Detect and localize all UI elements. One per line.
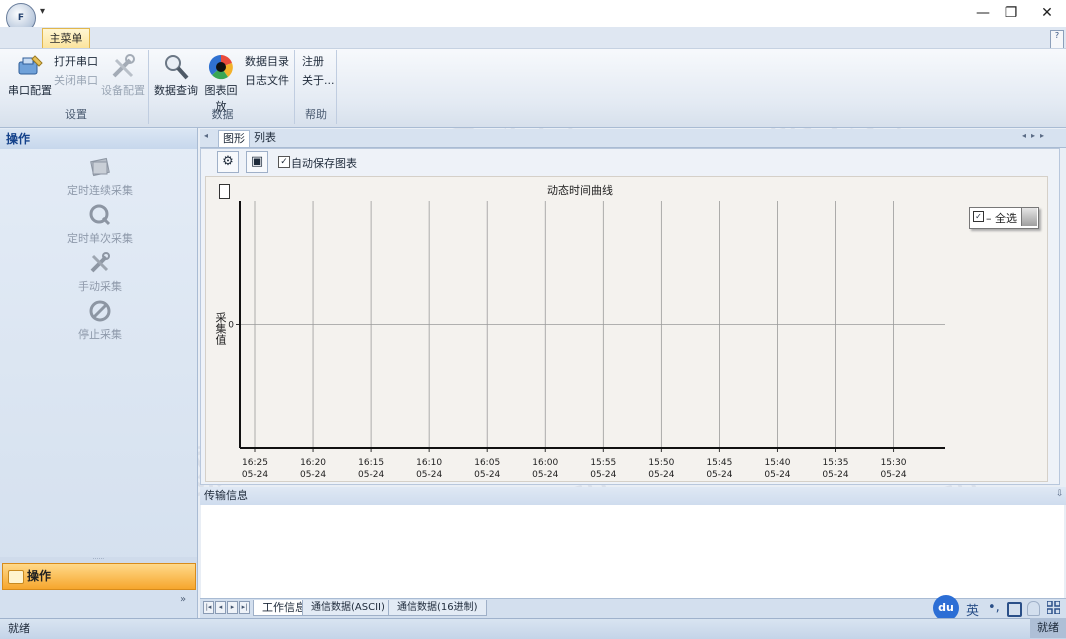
x-tick-label-time: 16:10 [416, 458, 442, 468]
legend-toggle-button[interactable] [1021, 208, 1037, 226]
data-query-label: 数据查询 [154, 84, 198, 97]
x-tick-label-date: 05-24 [590, 470, 616, 480]
transfer-info-log[interactable] [201, 505, 1064, 598]
content-tab-strip [200, 129, 1066, 148]
folder-icon [8, 570, 24, 584]
x-tick-label-time: 15:50 [648, 458, 674, 468]
action-label: 停止采集 [78, 328, 122, 341]
x-tick-label-date: 05-24 [822, 470, 848, 480]
transfer-info-header: 传输信息 [200, 487, 1066, 505]
group-label: 设置 [65, 108, 87, 121]
log-file-button[interactable]: 日志文件 [245, 72, 289, 88]
device-config-button[interactable]: 设备配置 [100, 52, 146, 98]
x-tick-label-time: 16:20 [300, 458, 326, 468]
left-panel-footer [0, 590, 197, 618]
maximize-button[interactable]: ❐ [994, 0, 1028, 27]
nav-first-button[interactable]: |◂ [203, 601, 214, 614]
serial-port-icon [18, 55, 43, 75]
save-disk-button[interactable]: ▣ [246, 151, 268, 173]
data-query-button[interactable]: 数据查询 [154, 52, 198, 98]
close-button[interactable]: ✕ [1030, 0, 1064, 27]
auto-save-label: 自动保存图表 [291, 157, 357, 170]
x-tick-label-date: 05-24 [648, 470, 674, 480]
chart-replay-button[interactable]: 图表回放 [200, 52, 242, 114]
x-tick-label-date: 05-24 [706, 470, 732, 480]
nav-operations-button[interactable]: 操作 [2, 563, 196, 590]
data-directory-button[interactable]: 数据目录 [245, 53, 289, 69]
ribbon-tab-strip [0, 27, 1066, 49]
x-tick-label-date: 05-24 [300, 470, 326, 480]
stop-icon [89, 300, 111, 322]
legend-select-all-checkbox[interactable]: ✓ [973, 211, 984, 222]
x-tick-label-date: 05-24 [880, 470, 906, 480]
tab-comm-hex[interactable]: 通信数据(16进制) [388, 600, 487, 616]
auto-save-checkbox[interactable]: ✓ [278, 156, 290, 168]
x-tick-label-date: 05-24 [764, 470, 790, 480]
more-chevron-icon[interactable]: » [180, 594, 186, 605]
action-label: 定时连续采集 [67, 184, 133, 197]
magnifier-icon [165, 55, 189, 80]
ime-grid-icon[interactable] [1047, 601, 1060, 614]
chart-replay-label: 图表回放 [204, 84, 238, 113]
tools-icon [112, 54, 135, 78]
close-port-button[interactable]: 关闭串口 [54, 72, 98, 88]
nav-next-button[interactable]: ▸ [227, 601, 238, 614]
nav-last-button[interactable]: ▸| [239, 601, 250, 614]
about-button[interactable]: 关于... [302, 72, 335, 88]
x-tick-label-time: 16:25 [242, 458, 268, 468]
open-port-button[interactable]: 打开串口 [54, 53, 98, 69]
search-clock-icon [89, 204, 111, 226]
tab-scroll-left-icon[interactable]: ◂ [204, 131, 208, 140]
device-config-label: 设备配置 [101, 84, 145, 97]
pin-icon[interactable]: ⇩ [1056, 489, 1064, 499]
ime-language-toggle[interactable]: 英 [966, 600, 979, 619]
x-tick-label-time: 16:05 [474, 458, 500, 468]
color-wheel-icon [208, 54, 233, 80]
ime-emoji-icon[interactable] [1007, 602, 1022, 617]
tab-list[interactable]: 列表 [250, 130, 280, 146]
stop-capture-button[interactable]: 停止采集 [50, 298, 150, 342]
x-tick-label-time: 15:30 [881, 458, 907, 468]
x-tick-label-time: 15:40 [764, 458, 790, 468]
x-tick-label-date: 05-24 [242, 470, 268, 480]
action-label: 手动采集 [78, 280, 122, 293]
x-tick-label-time: 15:35 [823, 458, 849, 468]
ime-punctuation-toggle[interactable]: •, [988, 600, 1000, 615]
quick-access-dropdown[interactable]: ▾ [40, 6, 45, 17]
ime-user-icon[interactable] [1027, 601, 1040, 616]
nav-prev-button[interactable]: ◂ [215, 601, 226, 614]
register-button[interactable]: 注册 [302, 53, 324, 69]
tab-graph[interactable]: 图形 [218, 130, 250, 147]
status-bar [0, 618, 1066, 639]
title-bar [0, 0, 1066, 27]
x-tick-label-time: 15:45 [706, 458, 732, 468]
left-panel-header: 操作 [0, 129, 197, 149]
wrench-icon [90, 252, 110, 273]
stack-icon [90, 157, 110, 177]
settings-gear-button[interactable]: ⚙ [217, 151, 239, 173]
port-config-button[interactable]: 串口配置 [8, 52, 52, 98]
tab-main-menu[interactable]: 主菜单 [42, 28, 90, 49]
chart-plot: 16:25 05-24 16:20 05-24 16:15 05-24 16:10 05-24… [228, 201, 945, 480]
x-tick-label-date: 05-24 [416, 470, 442, 480]
timed-single-capture-button[interactable]: 定时单次采集 [50, 202, 150, 246]
manual-capture-button[interactable]: 手动采集 [50, 250, 150, 294]
x-tick-label-date: 05-24 [532, 470, 558, 480]
tab-scroll-icons[interactable]: ◂▸▸ [1022, 131, 1049, 140]
tab-comm-ascii[interactable]: 通信数据(ASCII) [302, 600, 394, 616]
action-label: 定时单次采集 [67, 232, 133, 245]
port-config-label: 串口配置 [8, 84, 52, 97]
x-tick-label-time: 15:55 [590, 458, 616, 468]
timed-continuous-capture-button[interactable]: 定时连续采集 [50, 154, 150, 198]
status-panel-right: 就绪 [1030, 618, 1066, 638]
x-tick-label-date: 05-24 [358, 470, 384, 480]
status-text: 就绪 [8, 622, 30, 635]
x-tick-label-time: 16:15 [358, 458, 384, 468]
x-tick-label-time: 16:00 [532, 458, 558, 468]
y-tick-label: 0 [228, 321, 234, 331]
x-tick-label-date: 05-24 [474, 470, 500, 480]
legend-label: – 全选 [986, 212, 1017, 225]
group-label: 帮助 [305, 108, 327, 121]
